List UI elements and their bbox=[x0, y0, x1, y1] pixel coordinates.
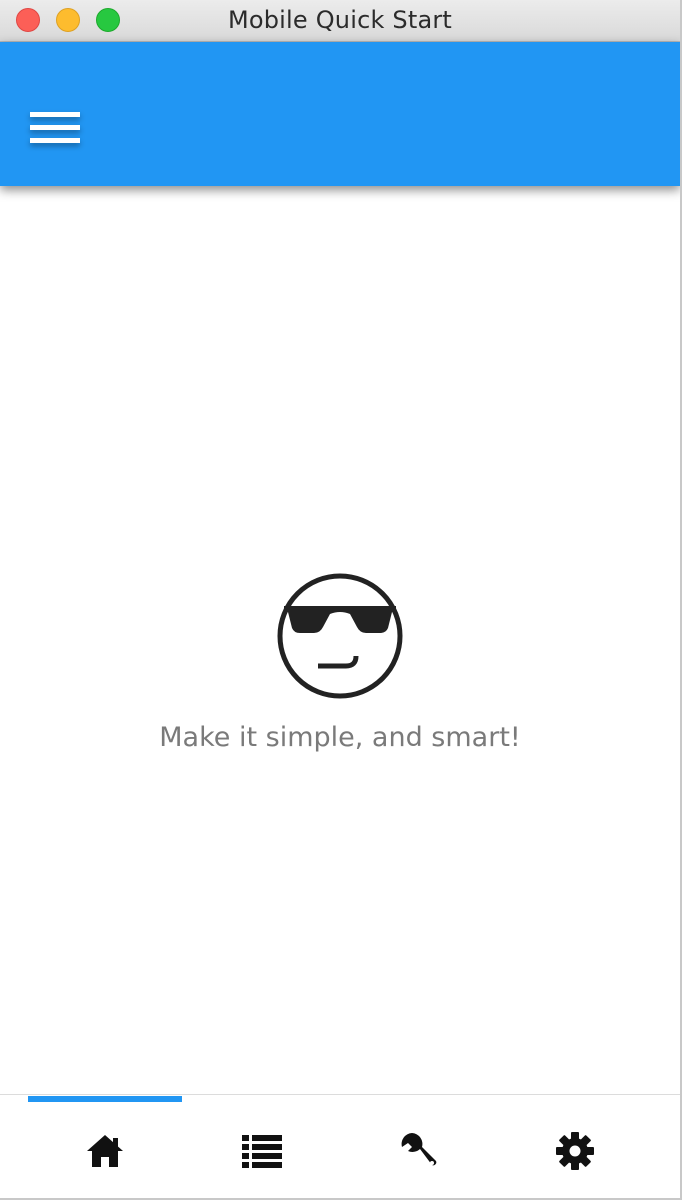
list-icon bbox=[242, 1131, 282, 1171]
tab-tools[interactable] bbox=[341, 1095, 495, 1198]
window-title: Mobile Quick Start bbox=[227, 6, 453, 34]
title-bar: Mobile Quick Start bbox=[0, 0, 680, 42]
home-icon bbox=[85, 1131, 125, 1171]
tab-list[interactable] bbox=[185, 1095, 339, 1198]
menu-button[interactable] bbox=[20, 98, 90, 158]
app-window: Mobile Quick Start Make it simple, and s… bbox=[0, 0, 682, 1200]
app-bar bbox=[0, 42, 680, 186]
main-content: Make it simple, and smart! bbox=[0, 186, 680, 1094]
wrench-icon bbox=[398, 1131, 438, 1171]
sunglasses-smirk-face-icon bbox=[0, 572, 680, 700]
hamburger-menu-icon bbox=[20, 98, 90, 158]
tab-settings[interactable] bbox=[498, 1095, 652, 1198]
bottom-tab-bar bbox=[0, 1094, 680, 1198]
empty-state: Make it simple, and smart! bbox=[0, 572, 680, 753]
tab-home[interactable] bbox=[28, 1095, 182, 1198]
gear-icon bbox=[555, 1131, 595, 1171]
active-tab-indicator bbox=[28, 1096, 182, 1102]
hero-message: Make it simple, and smart! bbox=[159, 722, 521, 753]
